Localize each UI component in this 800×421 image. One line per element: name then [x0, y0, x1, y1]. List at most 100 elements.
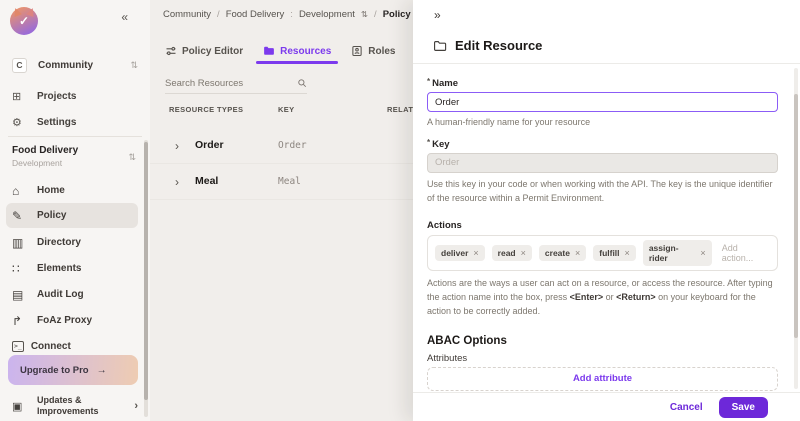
folder-icon	[263, 45, 275, 57]
sliders-icon	[165, 45, 177, 57]
project-selector[interactable]: Food Delivery Development ⇅	[0, 143, 150, 175]
action-chip: assign-rider×	[643, 240, 712, 266]
permit-logo-icon[interactable]: ✓	[10, 7, 38, 35]
remove-chip-icon[interactable]: ×	[521, 248, 526, 258]
key-field-help: Use this key in your code or when workin…	[427, 178, 778, 206]
key-field-label: *Key	[427, 138, 778, 150]
breadcrumb-page: Policy Editor	[383, 9, 413, 20]
remove-chip-icon[interactable]: ×	[700, 248, 705, 258]
updates-improvements-button[interactable]: ▣ Updates &Improvements ›	[0, 391, 150, 421]
scrollbar-thumb[interactable]	[794, 94, 798, 338]
return-key-hint: <Return>	[616, 292, 656, 302]
terminal-icon: >_	[12, 341, 24, 352]
sidebar-divider	[8, 136, 142, 137]
project-switcher-icon[interactable]: ⇅	[128, 152, 136, 163]
add-action-placeholder[interactable]: Add action...	[722, 243, 770, 263]
table-header: RESOURCE TYPES KEY RELATIONS	[150, 105, 413, 121]
column-header: RESOURCE TYPES	[169, 105, 243, 114]
tab-roles[interactable]: Roles	[351, 38, 395, 64]
breadcrumb-separator: /	[374, 9, 377, 20]
app-window: ✓ « C Community ⇅ ⊞ Projects ⚙ Settings …	[0, 0, 800, 421]
sidebar-item-foaz-proxy[interactable]: ↱ FoAz Proxy	[0, 308, 150, 333]
sidebar: ✓ « C Community ⇅ ⊞ Projects ⚙ Settings …	[0, 0, 150, 421]
add-attribute-button[interactable]: Add attribute	[427, 367, 778, 391]
sidebar-item-home[interactable]: ⌂ Home	[0, 178, 150, 203]
sidebar-item-elements[interactable]: ∷ Elements	[0, 256, 150, 281]
breadcrumb: Community / Food Delivery : Development …	[163, 9, 413, 20]
name-input[interactable]	[427, 92, 778, 112]
sidebar-collapse-button[interactable]: «	[121, 10, 128, 24]
tab-label: Policy Editor	[182, 46, 243, 57]
search-box[interactable]	[165, 73, 307, 94]
document-lines-icon: ▤	[12, 288, 30, 302]
scrollbar-thumb[interactable]	[144, 142, 148, 400]
remove-chip-icon[interactable]: ×	[473, 248, 478, 258]
table-row[interactable]: › Meal Meal	[150, 164, 413, 200]
column-header: RELATIONS	[387, 105, 413, 114]
sidebar-item-label: FoAz Proxy	[37, 315, 92, 326]
sidebar-item-label: Audit Log	[37, 289, 84, 300]
breadcrumb-project[interactable]: Food Delivery	[226, 9, 285, 20]
actions-label: Actions	[427, 220, 778, 231]
upgrade-to-pro-button[interactable]: Upgrade to Pro →	[8, 355, 138, 385]
elements-dots-icon: ∷	[12, 262, 30, 276]
tab-label: Resources	[280, 46, 331, 57]
expand-chevron-icon[interactable]: ›	[175, 139, 179, 153]
tab-policy-editor[interactable]: Policy Editor	[165, 38, 243, 64]
attributes-label: Attributes	[427, 353, 778, 364]
remove-chip-icon[interactable]: ×	[575, 248, 580, 258]
sidebar-item-settings[interactable]: ⚙ Settings	[0, 110, 150, 135]
cancel-button[interactable]: Cancel	[670, 402, 703, 413]
folder-icon	[433, 39, 447, 53]
name-field-help: A human-friendly name for your resource	[427, 116, 778, 130]
breadcrumb-workspace[interactable]: Community	[163, 9, 211, 20]
resource-name: Meal	[195, 175, 218, 187]
table-row[interactable]: › Order Order	[150, 128, 413, 164]
drawer-title-row: Edit Resource	[433, 38, 542, 53]
resource-name: Order	[195, 139, 224, 151]
breadcrumb-separator: /	[217, 9, 220, 20]
actions-input[interactable]: deliver× read× create× fulfill× assign-r…	[427, 235, 778, 271]
workspace-switcher-icon[interactable]: ⇅	[130, 60, 138, 71]
workspace-selector[interactable]: C Community ⇅	[0, 52, 150, 78]
home-icon: ⌂	[12, 184, 30, 198]
sidebar-item-label: Policy	[37, 210, 66, 221]
remove-chip-icon[interactable]: ×	[625, 248, 630, 258]
search-input[interactable]	[165, 78, 297, 89]
environment-switcher-icon[interactable]: ⇅	[361, 9, 368, 20]
sidebar-item-policy[interactable]: ✎ Policy	[6, 203, 138, 228]
chevron-right-icon: ›	[134, 400, 138, 412]
action-chip: create×	[539, 245, 586, 261]
signature-pen-icon: ✎	[12, 209, 30, 223]
action-chip: read×	[492, 245, 532, 261]
main-content: Community / Food Delivery : Development …	[150, 0, 413, 421]
enter-key-hint: <Enter>	[570, 292, 604, 302]
drawer-body: *Name A human-friendly name for your res…	[413, 64, 800, 392]
updates-label: Updates &Improvements	[37, 395, 99, 417]
breadcrumb-colon: :	[290, 9, 293, 20]
sidebar-scrollbar[interactable]	[144, 140, 148, 417]
save-button[interactable]: Save	[719, 397, 768, 418]
key-input	[427, 153, 778, 173]
sidebar-item-directory[interactable]: ▥ Directory	[0, 230, 150, 255]
sidebar-item-audit-log[interactable]: ▤ Audit Log	[0, 282, 150, 307]
tab-resources[interactable]: Resources	[263, 38, 331, 64]
sidebar-item-label: Home	[37, 185, 65, 196]
name-field-label: *Name	[427, 77, 778, 89]
drawer-scrollbar[interactable]	[794, 68, 798, 389]
breadcrumb-environment[interactable]: Development	[299, 9, 355, 20]
action-chip: deliver×	[435, 245, 485, 261]
expand-chevron-icon[interactable]: ›	[175, 175, 179, 189]
workspace-avatar: C	[12, 58, 27, 73]
sidebar-item-label: Projects	[37, 91, 76, 102]
sidebar-item-label: Connect	[31, 341, 71, 352]
tab-label: Roles	[368, 46, 395, 57]
sidebar-item-projects[interactable]: ⊞ Projects	[0, 84, 150, 109]
tab-bar: Policy Editor Resources Roles Σ	[165, 38, 413, 64]
abac-options-heading: ABAC Options	[427, 335, 778, 347]
sidebar-item-label: Elements	[37, 263, 81, 274]
drawer-collapse-button[interactable]: »	[434, 8, 441, 22]
project-environment: Development	[12, 158, 138, 168]
sidebar-item-label: Settings	[37, 117, 76, 128]
required-asterisk: *	[427, 138, 430, 147]
